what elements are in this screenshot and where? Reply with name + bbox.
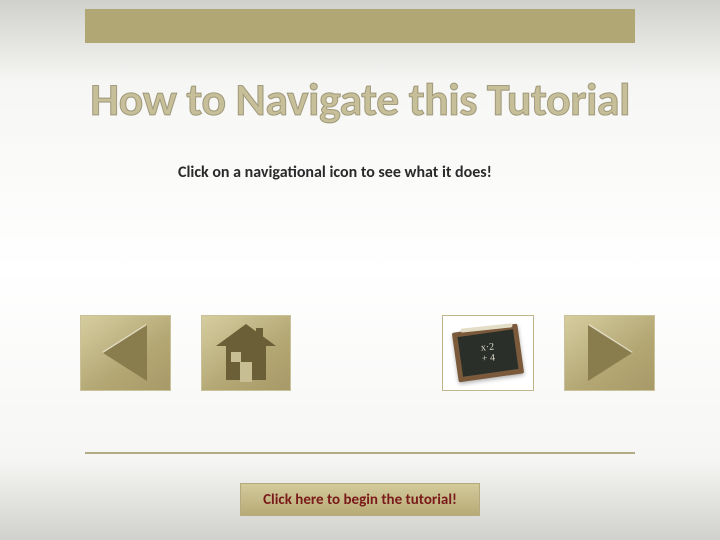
chalkboard-button[interactable]: x·2 + 4 xyxy=(442,315,534,391)
begin-tutorial-button[interactable]: Click here to begin the tutorial! xyxy=(240,483,480,516)
instruction-text: Click on a navigational icon to see what… xyxy=(178,163,492,182)
begin-tutorial-label: Click here to begin the tutorial! xyxy=(263,491,457,509)
arrow-right-icon xyxy=(588,325,632,381)
home-icon xyxy=(216,324,276,382)
divider-line xyxy=(85,452,635,454)
navigation-icon-row: x·2 + 4 xyxy=(80,315,655,391)
page-title: How to Navigate this Tutorial xyxy=(0,72,720,128)
chalkboard-icon: x·2 + 4 xyxy=(445,317,531,389)
back-button[interactable] xyxy=(80,315,171,391)
home-button[interactable] xyxy=(201,315,292,391)
header-accent-bar xyxy=(85,9,635,43)
arrow-left-icon xyxy=(103,325,147,381)
forward-button[interactable] xyxy=(564,315,655,391)
